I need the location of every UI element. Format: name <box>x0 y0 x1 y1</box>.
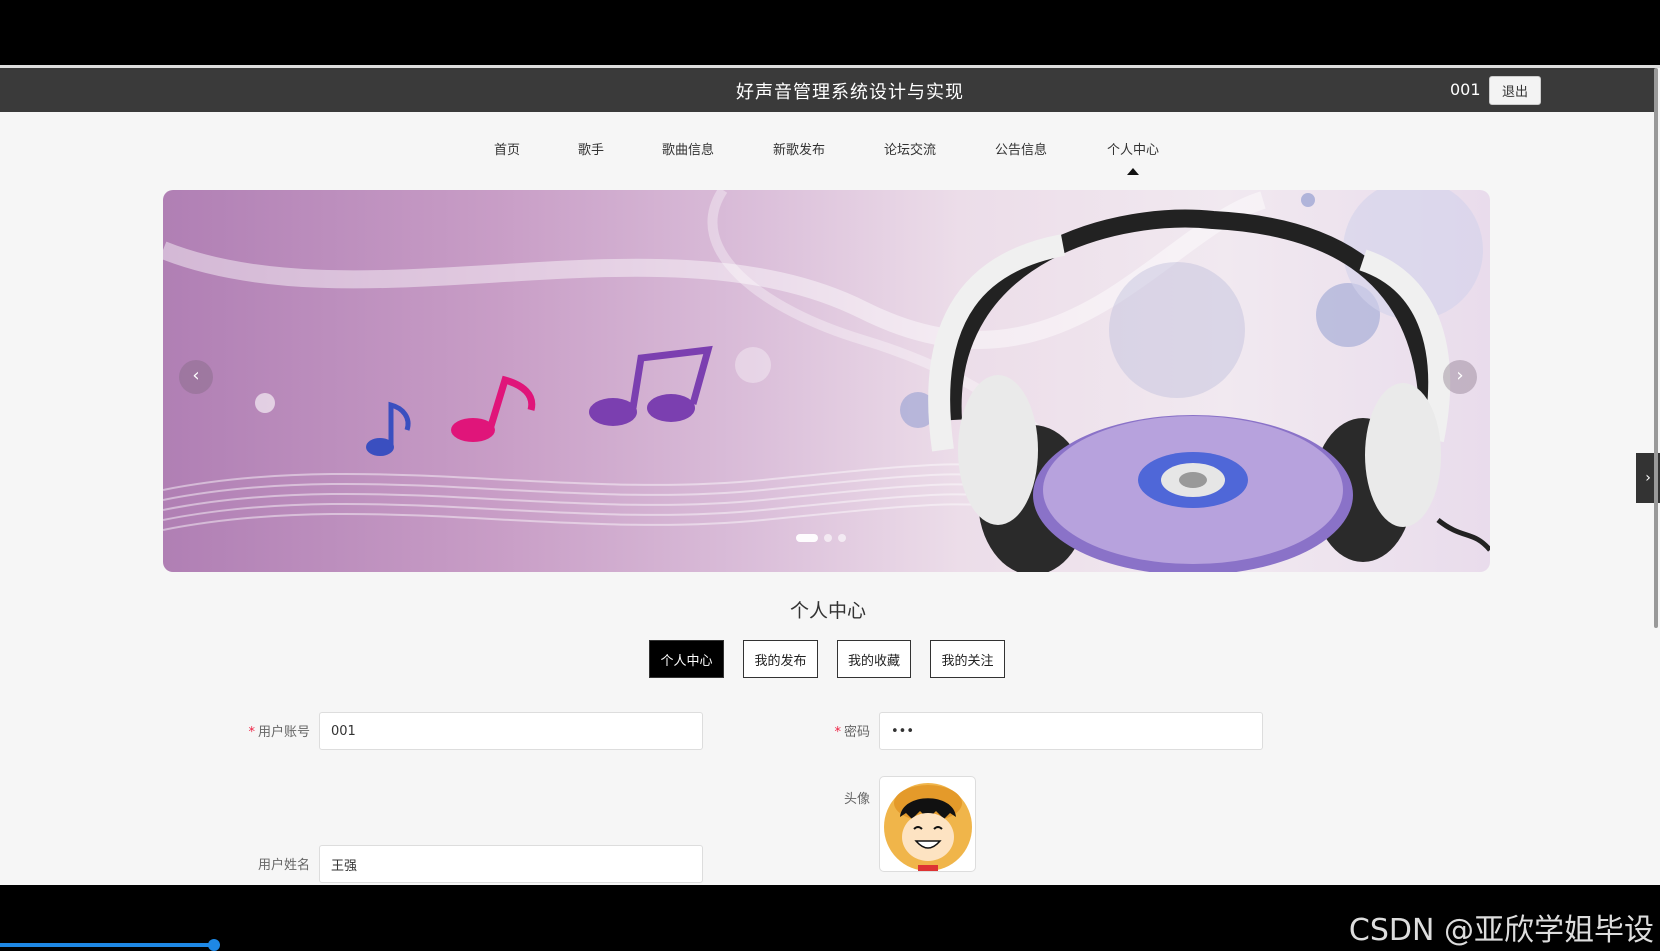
header-bar: 好声音管理系统设计与实现 001 退出 <box>0 68 1656 112</box>
carousel-dot[interactable] <box>838 534 846 542</box>
name-label: 用户姓名 <box>257 858 310 873</box>
tab-my-favorites[interactable]: 我的收藏 <box>837 640 911 678</box>
tab-profile[interactable]: 个人中心 <box>649 640 724 678</box>
page-scrollbar[interactable] <box>1654 68 1658 628</box>
watermark: CSDN @亚欣学姐毕设 <box>1348 913 1654 948</box>
section-title: 个人中心 <box>789 600 866 622</box>
nav-item-notices[interactable]: 公告信息 <box>995 139 1047 158</box>
carousel-indicators <box>796 527 852 546</box>
avatar <box>884 783 972 871</box>
nav-item-songs[interactable]: 歌曲信息 <box>662 139 714 158</box>
tab-my-posts[interactable]: 我的发布 <box>743 640 818 678</box>
nav-item-singers[interactable]: 歌手 <box>578 139 604 158</box>
video-progress-bar[interactable] <box>0 943 215 947</box>
avatar-label: 头像 <box>843 792 870 807</box>
site-title: 好声音管理系统设计与实现 <box>736 82 964 103</box>
screen-top-bar <box>0 0 1660 65</box>
nav-item-home[interactable]: 首页 <box>494 139 520 158</box>
carousel-dot[interactable] <box>824 534 832 542</box>
account-label: * 用户账号 <box>248 725 310 740</box>
name-input[interactable] <box>319 845 703 883</box>
account-input[interactable] <box>319 712 703 750</box>
nav-item-new-songs[interactable]: 新歌发布 <box>773 139 825 158</box>
carousel-prev-icon[interactable]: ‹ <box>179 360 213 394</box>
current-username: 001 <box>1450 80 1481 99</box>
banner-image <box>163 190 1490 572</box>
nav-active-caret-icon <box>1127 168 1139 175</box>
banner-carousel[interactable]: ‹ › <box>163 190 1490 572</box>
app-page: 好声音管理系统设计与实现 001 退出 首页 歌手 歌曲信息 新歌发布 论坛交流… <box>0 65 1660 885</box>
video-progress-knob[interactable] <box>208 939 220 951</box>
nav-item-forum[interactable]: 论坛交流 <box>884 139 936 158</box>
password-label: * 密码 <box>834 725 870 740</box>
required-mark: * <box>248 725 255 740</box>
nav-item-profile[interactable]: 个人中心 <box>1107 139 1159 158</box>
password-input[interactable] <box>879 712 1263 750</box>
avatar-upload[interactable] <box>879 776 976 872</box>
tab-my-follows[interactable]: 我的关注 <box>930 640 1005 678</box>
main-nav: 首页 歌手 歌曲信息 新歌发布 论坛交流 公告信息 个人中心 <box>0 112 1660 182</box>
logout-button[interactable]: 退出 <box>1489 76 1541 105</box>
screen-bottom-bar: CSDN @亚欣学姐毕设 <box>0 885 1660 951</box>
required-mark: * <box>834 725 841 740</box>
carousel-next-icon[interactable]: › <box>1443 360 1477 394</box>
carousel-dot[interactable] <box>796 534 818 542</box>
